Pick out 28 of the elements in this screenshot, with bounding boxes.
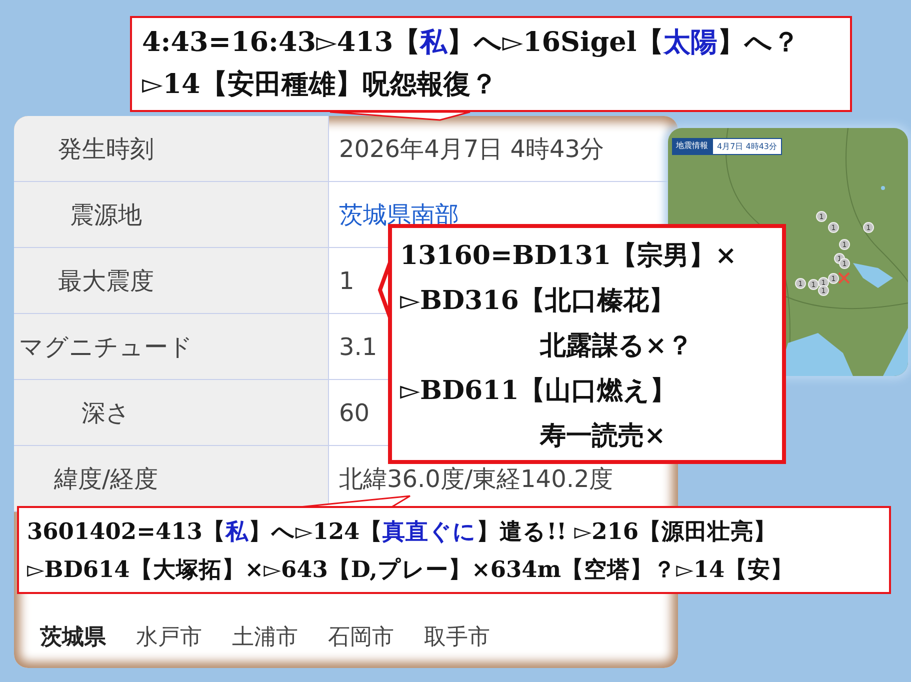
region-tab[interactable]: 土浦市 <box>232 622 298 652</box>
callout-text: ▻BD611【山口燃え】 <box>400 375 677 408</box>
row-value: 60 <box>339 398 370 426</box>
row-value: 1 <box>339 266 354 294</box>
callout-text: ▻BD614【大塚拓】×▻643【D,プレー】×634m【空塔】？▻14【安】 <box>27 556 795 585</box>
callout-text: 3601402=413【私】へ▻124【真直ぐに】遣る!! ▻216【源田壮亮】 <box>27 518 778 547</box>
callout-text: ▻BD316【北口榛花】 <box>400 285 676 318</box>
callout-text: ▻14【安田種雄】呪怨報復？ <box>142 68 498 102</box>
row-label: 最大震度 <box>14 248 329 313</box>
row-value: 3.1 <box>339 332 378 360</box>
region-tab[interactable]: 水戸市 <box>136 622 202 652</box>
row-label: 震源地 <box>14 182 329 247</box>
row-label: 深さ <box>14 380 329 445</box>
callout-text: 北露謀る×？ <box>538 330 694 363</box>
row-label: 緯度/経度 <box>14 446 329 511</box>
callout-text: 4:43=16:43▻413【私】へ▻16Sigel【太陽】へ？ <box>142 26 801 60</box>
callout-text: 13160=BD131【宗男】× <box>400 240 738 273</box>
row-value: 北緯36.0度/東経140.2度 <box>339 464 614 494</box>
region-tab[interactable]: 茨城県 <box>40 622 106 652</box>
map-time: 4月7日 4時43分 <box>712 138 782 155</box>
row-label: 発生時刻 <box>14 116 329 181</box>
region-tab[interactable]: 石岡市 <box>328 622 394 652</box>
callout-text: 寿一読売× <box>538 420 667 453</box>
row-label: マグニチュード <box>14 314 329 379</box>
region-tab[interactable]: 取手市 <box>424 622 490 652</box>
epicenter-icon <box>838 272 850 284</box>
map-title: 地震情報 <box>672 138 712 155</box>
row-value: 2026年4月7日 4時43分 <box>339 134 604 164</box>
